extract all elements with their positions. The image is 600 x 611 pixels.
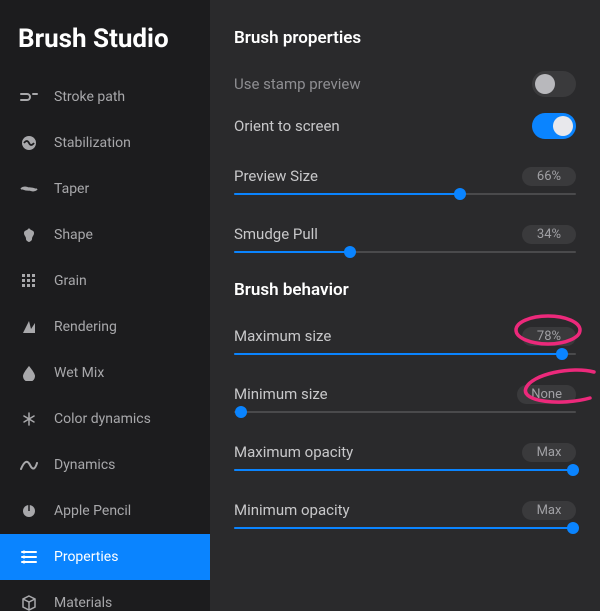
- sidebar-item-stroke-path[interactable]: Stroke path: [0, 74, 210, 120]
- use-stamp-preview-label: Use stamp preview: [234, 75, 361, 93]
- row-minimum-opacity: Minimum opacity Max: [234, 492, 576, 528]
- smudge-pull-value: 34%: [522, 225, 576, 244]
- sidebar: Brush Studio Stroke path Stabilization T…: [0, 0, 210, 611]
- maximum-size-label: Maximum size: [234, 327, 331, 345]
- shape-icon: [18, 227, 40, 243]
- app-title: Brush Studio: [0, 16, 210, 74]
- maximum-opacity-value: Max: [522, 443, 576, 462]
- sidebar-item-label: Color dynamics: [54, 411, 151, 427]
- minimum-opacity-value: Max: [522, 501, 576, 520]
- maximum-size-value: 78%: [522, 327, 576, 346]
- minimum-size-slider[interactable]: [234, 406, 576, 418]
- row-smudge-pull: Smudge Pull 34%: [234, 216, 576, 252]
- smudge-pull-label: Smudge Pull: [234, 225, 318, 243]
- section-brush-behavior-title: Brush behavior: [234, 280, 576, 300]
- section-brush-properties-title: Brush properties: [234, 28, 576, 48]
- row-preview-size: Preview Size 66%: [234, 158, 576, 194]
- row-minimum-size: Minimum size None: [234, 376, 576, 412]
- rendering-icon: [18, 319, 40, 335]
- minimum-size-label: Minimum size: [234, 385, 328, 403]
- sidebar-item-rendering[interactable]: Rendering: [0, 304, 210, 350]
- stabilization-icon: [18, 135, 40, 151]
- sidebar-item-label: Properties: [54, 549, 118, 565]
- row-orient-to-screen: Orient to screen: [234, 108, 576, 144]
- minimum-opacity-slider[interactable]: [234, 522, 576, 534]
- sidebar-item-apple-pencil[interactable]: Apple Pencil: [0, 488, 210, 534]
- sidebar-item-grain[interactable]: Grain: [0, 258, 210, 304]
- minimum-opacity-label: Minimum opacity: [234, 501, 350, 519]
- sidebar-item-label: Stabilization: [54, 135, 131, 151]
- taper-icon: [18, 184, 40, 194]
- minimum-size-value: None: [517, 385, 576, 404]
- sidebar-item-color-dynamics[interactable]: Color dynamics: [0, 396, 210, 442]
- sidebar-item-label: Shape: [54, 227, 93, 243]
- dynamics-icon: [18, 459, 40, 471]
- sidebar-item-taper[interactable]: Taper: [0, 166, 210, 212]
- materials-icon: [18, 595, 40, 611]
- apple-pencil-icon: [18, 503, 40, 519]
- sidebar-item-wet-mix[interactable]: Wet Mix: [0, 350, 210, 396]
- orient-to-screen-label: Orient to screen: [234, 117, 340, 135]
- orient-to-screen-toggle[interactable]: [532, 113, 576, 139]
- preview-size-value: 66%: [522, 167, 576, 186]
- sidebar-item-materials[interactable]: Materials: [0, 580, 210, 611]
- sidebar-item-label: Rendering: [54, 319, 117, 335]
- stroke-path-icon: [18, 91, 40, 103]
- sidebar-item-label: Materials: [54, 595, 112, 611]
- sidebar-item-label: Dynamics: [54, 457, 115, 473]
- row-use-stamp-preview: Use stamp preview: [234, 66, 576, 102]
- preview-size-label: Preview Size: [234, 167, 318, 185]
- sidebar-item-dynamics[interactable]: Dynamics: [0, 442, 210, 488]
- maximum-opacity-label: Maximum opacity: [234, 443, 353, 461]
- row-maximum-size: Maximum size 78%: [234, 318, 576, 354]
- properties-icon: [18, 550, 40, 564]
- color-dynamics-icon: [18, 411, 40, 427]
- preview-size-slider[interactable]: [234, 188, 576, 200]
- sidebar-item-shape[interactable]: Shape: [0, 212, 210, 258]
- sidebar-item-label: Stroke path: [54, 89, 125, 105]
- sidebar-item-properties[interactable]: Properties: [0, 534, 210, 580]
- sidebar-item-label: Apple Pencil: [54, 503, 131, 519]
- main-panel: Brush properties Use stamp preview Orien…: [210, 0, 600, 611]
- maximum-opacity-slider[interactable]: [234, 464, 576, 476]
- sidebar-item-label: Taper: [54, 181, 89, 197]
- maximum-size-slider[interactable]: [234, 348, 576, 360]
- smudge-pull-slider[interactable]: [234, 246, 576, 258]
- grain-icon: [18, 273, 40, 289]
- sidebar-item-label: Grain: [54, 273, 87, 289]
- sidebar-item-stabilization[interactable]: Stabilization: [0, 120, 210, 166]
- use-stamp-preview-toggle[interactable]: [532, 71, 576, 97]
- row-maximum-opacity: Maximum opacity Max: [234, 434, 576, 470]
- wet-mix-icon: [18, 365, 40, 381]
- sidebar-item-label: Wet Mix: [54, 365, 104, 381]
